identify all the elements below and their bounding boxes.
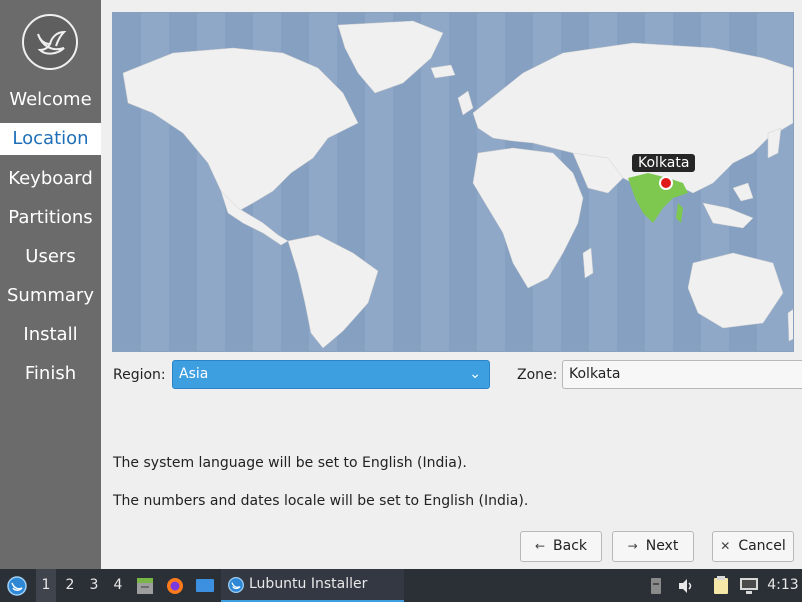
task-lubuntu-installer[interactable]: Lubuntu Installer <box>221 569 404 602</box>
locale-message: The numbers and dates locale will be set… <box>113 493 529 509</box>
workspace-2[interactable]: 2 <box>60 569 80 602</box>
step-welcome: Welcome <box>9 89 92 110</box>
cancel-label: Cancel <box>738 538 786 554</box>
network-icon[interactable] <box>738 569 760 602</box>
step-finish: Finish <box>24 363 77 384</box>
cancel-button[interactable]: ✕ Cancel <box>712 531 794 562</box>
taskbar: 1 2 3 4 Lubuntu Installer 4:13 <box>0 569 802 602</box>
zone-label: Zone: <box>517 367 558 383</box>
step-location: Location <box>0 123 101 155</box>
region-label: Region: <box>113 367 166 383</box>
sidebar: Welcome Location Keyboard Partitions Use… <box>0 0 101 569</box>
next-label: Next <box>645 538 679 554</box>
city-label: Kolkata <box>632 154 696 172</box>
task-label: Lubuntu Installer <box>249 576 368 592</box>
file-manager-icon[interactable] <box>134 569 156 602</box>
timezone-map[interactable]: Kolkata <box>112 12 794 352</box>
installer-window: Welcome Location Keyboard Partitions Use… <box>0 0 802 602</box>
zone-value: Kolkata <box>569 366 621 382</box>
desktop-icon[interactable] <box>194 569 216 602</box>
chevron-down-icon: ⌄ <box>469 366 481 382</box>
region-value: Asia <box>179 366 209 382</box>
step-partitions: Partitions <box>8 207 93 228</box>
language-message: The system language will be set to Engli… <box>113 455 467 471</box>
back-label: Back <box>553 538 588 554</box>
battery-icon[interactable] <box>648 569 664 602</box>
step-install: Install <box>23 324 78 345</box>
lubuntu-logo-icon <box>22 14 78 70</box>
volume-icon[interactable] <box>676 569 696 602</box>
zone-select[interactable]: Kolkata <box>562 360 802 389</box>
close-icon: ✕ <box>720 539 731 553</box>
workspace-1[interactable]: 1 <box>36 569 56 602</box>
start-menu-icon[interactable] <box>4 569 30 602</box>
arrow-right-icon: → <box>627 539 638 553</box>
location-pin-icon[interactable] <box>659 176 673 190</box>
step-summary: Summary <box>7 285 94 306</box>
lubuntu-task-icon <box>228 577 244 593</box>
region-select[interactable]: Asia ⌄ <box>172 360 490 389</box>
step-keyboard: Keyboard <box>8 168 93 189</box>
clock[interactable]: 4:13 <box>766 569 800 602</box>
clipboard-icon[interactable] <box>710 569 732 602</box>
workspace-4[interactable]: 4 <box>108 569 128 602</box>
world-map <box>113 13 793 351</box>
arrow-left-icon: ← <box>534 539 546 553</box>
back-button[interactable]: ← Back <box>520 531 602 562</box>
next-button[interactable]: → Next <box>612 531 694 562</box>
firefox-icon[interactable] <box>164 569 186 602</box>
workspace-3[interactable]: 3 <box>84 569 104 602</box>
step-users: Users <box>25 246 76 267</box>
